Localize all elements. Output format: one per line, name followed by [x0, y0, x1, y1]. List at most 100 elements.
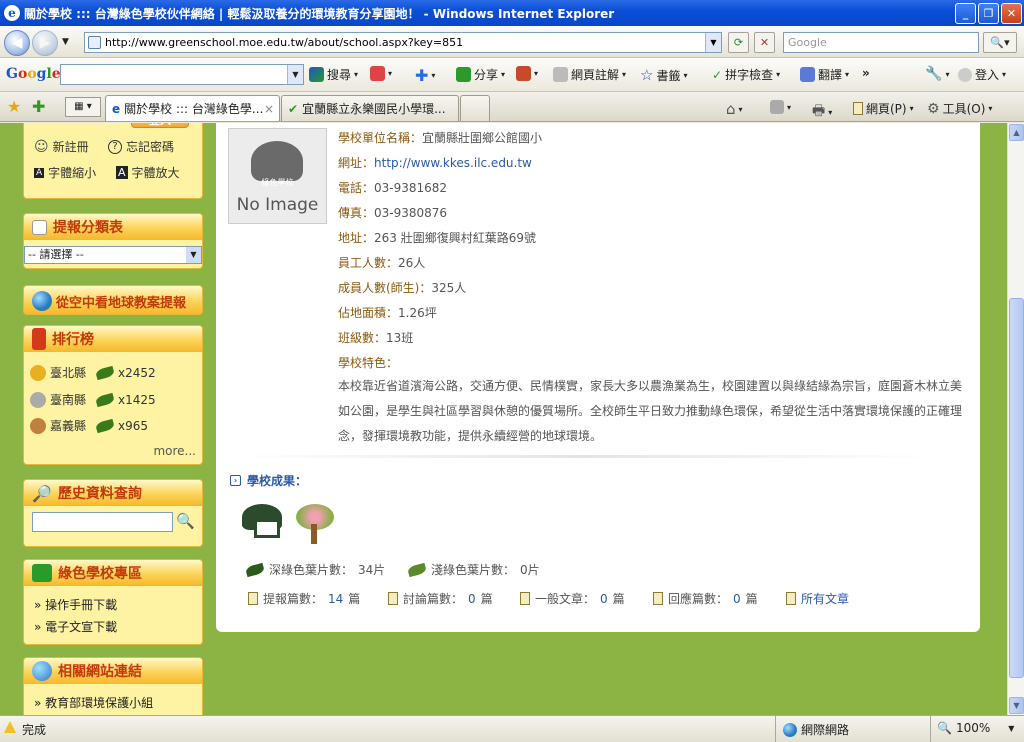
- ranking-item[interactable]: 臺北縣 x2452: [30, 364, 156, 381]
- general-count-link[interactable]: 0: [600, 592, 608, 606]
- scroll-up-button[interactable]: ▲: [1009, 124, 1024, 141]
- back-button[interactable]: ◀: [4, 30, 30, 56]
- page-viewport: 登入 ☺新註冊 ?忘記密碼 A字體縮小 A字體放大 提報分類表 -- 請選擇 -…: [0, 123, 1007, 715]
- search-button[interactable]: 🔍▾: [983, 32, 1017, 53]
- feeds-button[interactable]: ▾: [770, 100, 791, 114]
- history-dropdown-icon[interactable]: ▼: [62, 37, 69, 47]
- school-photo-placeholder: 綠色學校 No Image: [228, 128, 327, 224]
- history-search-input[interactable]: [32, 512, 173, 532]
- spellcheck-button[interactable]: ✓ 拼字檢查 ▾: [712, 66, 780, 83]
- green-house-icon: [238, 502, 286, 540]
- unit: 篇: [612, 592, 625, 606]
- scroll-thumb[interactable]: [1009, 298, 1024, 678]
- translate-button[interactable]: 翻譯 ▾: [800, 66, 849, 83]
- google-logo: Google: [6, 66, 61, 82]
- page-menu-button[interactable]: 網頁(P) ▾: [853, 100, 914, 117]
- spellcheck-label: 拼字檢查: [725, 68, 774, 82]
- signin-button[interactable]: 登入 ▾: [958, 66, 1006, 83]
- font-smaller-button[interactable]: A 字體縮小: [34, 164, 96, 181]
- settings-button[interactable]: 🔧 ▾: [925, 66, 949, 82]
- school-website-link[interactable]: http://www.kkes.ilc.edu.tw: [374, 156, 532, 170]
- tools-menu-button[interactable]: ⚙ 工具(O) ▾: [927, 100, 992, 117]
- report-category-select[interactable]: -- 請選擇 -- ▼: [24, 246, 202, 264]
- close-window-button[interactable]: ✕: [1001, 3, 1022, 24]
- value: 宜蘭縣壯圍鄉公館國小: [422, 131, 543, 145]
- report-category-box: 提報分類表 -- 請選擇 -- ▼: [23, 213, 203, 269]
- annotate-button[interactable]: 網頁註解 ▾: [553, 66, 626, 83]
- green-school-box: 綠色學校專區 » 操作手冊下載 » 電子文宣下載: [23, 559, 203, 645]
- ranking-item[interactable]: 臺南縣 x1425: [30, 391, 156, 408]
- unit: 篇: [348, 592, 361, 606]
- light-leaves-stat: 淺綠色葉片數： 0片: [407, 561, 540, 578]
- zoom-button[interactable]: 🔍 100% ▼: [937, 721, 1014, 735]
- printer-icon: 🖶: [812, 103, 826, 119]
- label: 一般文章：: [535, 592, 596, 606]
- tab-about-school[interactable]: e 關於學校 ::: 台灣綠色學... ×: [105, 95, 280, 121]
- forward-button[interactable]: ▶: [32, 30, 58, 56]
- tab-yongle-school[interactable]: ✔ 宜蘭縣立永樂國民小學環...: [281, 95, 459, 121]
- register-link[interactable]: ☺ 新註冊: [34, 138, 89, 155]
- label: 電話：: [338, 181, 375, 195]
- earth-lesson-link[interactable]: 從空中看地球教案提報: [32, 291, 186, 311]
- user-icon: [958, 67, 972, 82]
- leaf-icon: [95, 392, 116, 407]
- ranking-name: 臺北縣: [50, 366, 87, 380]
- reports-count-link[interactable]: 14: [328, 592, 343, 606]
- ranking-more-link[interactable]: more...: [153, 444, 196, 458]
- all-articles-link[interactable]: 所有文章: [801, 590, 849, 607]
- reply-stat: 回應篇數： 0 篇: [653, 590, 758, 607]
- font-larger-button[interactable]: A 字體放大: [116, 164, 180, 181]
- google-plus-button[interactable]: ✚ ▾: [415, 66, 435, 85]
- magnifier-icon: 🔎: [32, 483, 52, 503]
- label: 網址：: [338, 156, 375, 170]
- select-dropdown-icon[interactable]: ▼: [186, 247, 201, 263]
- translate-tool-button[interactable]: ▾: [516, 66, 538, 81]
- add-favorites-icon[interactable]: ✚: [32, 97, 45, 116]
- pagerank-icon: [370, 66, 385, 81]
- more-button[interactable]: »: [862, 66, 870, 80]
- login-button[interactable]: 登入: [131, 123, 189, 128]
- refresh-button[interactable]: ⟳: [728, 32, 749, 53]
- scroll-down-button[interactable]: ▼: [1009, 697, 1024, 714]
- noimage-caption: 綠色學校: [261, 178, 294, 187]
- manual-download-link[interactable]: » 操作手冊下載: [34, 596, 117, 613]
- home-button[interactable]: ⌂ ▾: [726, 100, 743, 118]
- address-toolbar: ◀ ▶ ▼ http://www.greenschool.moe.edu.tw/…: [0, 26, 1024, 58]
- site-favicon: ✔: [288, 101, 299, 116]
- maximize-button[interactable]: ❐: [978, 3, 999, 24]
- vertical-scrollbar[interactable]: ▲ ▼: [1007, 123, 1024, 715]
- search-input[interactable]: Google: [783, 32, 979, 53]
- discuss-count-link[interactable]: 0: [468, 592, 476, 606]
- forgot-password-link[interactable]: ? 忘記密碼: [108, 138, 174, 155]
- quick-tabs-button[interactable]: ▦ ▾: [65, 97, 101, 117]
- google-search-input[interactable]: ▼: [60, 64, 304, 85]
- google-search-button[interactable]: 搜尋 ▾: [309, 66, 358, 83]
- tree-icon: [290, 500, 338, 546]
- minimize-button[interactable]: _: [955, 3, 976, 24]
- new-tab-button[interactable]: [460, 95, 490, 121]
- favorites-star-icon[interactable]: ★: [7, 97, 21, 116]
- security-zone: 網際網路: [783, 721, 849, 738]
- reply-count-link[interactable]: 0: [733, 592, 741, 606]
- earth-lesson-box[interactable]: 從空中看地球教案提報: [23, 285, 203, 315]
- school-phone: 電話：03-9381682: [338, 179, 447, 196]
- history-search-button[interactable]: 🔍: [176, 512, 195, 530]
- google-option-button[interactable]: ▾: [370, 66, 392, 81]
- share-button[interactable]: 分享 ▾: [456, 66, 505, 83]
- bookmarks-button[interactable]: ☆ 書籤 ▾: [640, 66, 687, 84]
- promo-download-link[interactable]: » 電子文宣下載: [34, 618, 117, 635]
- tab-close-icon[interactable]: ×: [264, 102, 274, 116]
- school-info-panel: 綠色學校 No Image 學校單位名稱：宜蘭縣壯圍鄉公館國小 網址：http:…: [216, 123, 980, 632]
- google-search-dropdown-icon[interactable]: ▼: [287, 65, 303, 84]
- dark-leaves-stat: 深綠色葉片數： 34片: [245, 561, 385, 578]
- address-input[interactable]: http://www.greenschool.moe.edu.tw/about/…: [84, 32, 722, 53]
- earth-lesson-label: 從空中看地球教案提報: [56, 295, 187, 311]
- ranking-item[interactable]: 嘉義縣 x965: [30, 417, 148, 434]
- document-icon: [653, 592, 663, 605]
- stop-button[interactable]: ✕: [754, 32, 775, 53]
- bronze-medal-icon: [30, 417, 46, 434]
- print-button[interactable]: 🖶 ▾: [812, 100, 832, 124]
- plus-icon: ✚: [415, 66, 429, 85]
- epa-link[interactable]: » 教育部環境保護小組: [34, 694, 153, 711]
- address-dropdown-icon[interactable]: ▼: [705, 33, 721, 52]
